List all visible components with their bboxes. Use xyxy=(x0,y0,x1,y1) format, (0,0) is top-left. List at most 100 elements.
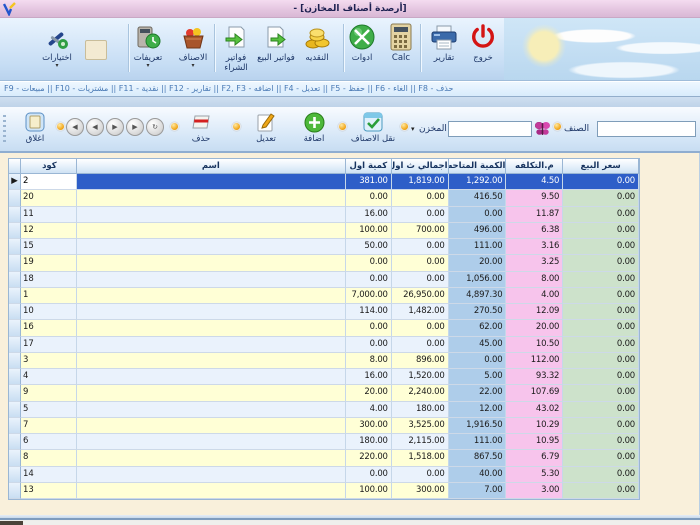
calc-button[interactable]: Calc xyxy=(378,21,424,63)
cell-qty-available[interactable]: 22.00 xyxy=(448,385,507,402)
cell-qty-first[interactable]: 50.00 xyxy=(345,239,392,256)
table-row[interactable]: 13 100.00 300.00 7.00 3.00 0.00 xyxy=(9,482,640,499)
cell-qty-first[interactable]: 0.00 xyxy=(345,320,392,337)
cell-total-first[interactable]: 896.00 xyxy=(391,352,449,369)
cell-code[interactable]: 13 xyxy=(20,482,77,499)
cell-unit-cost[interactable]: 10.95 xyxy=(506,434,564,451)
cell-name[interactable] xyxy=(76,466,346,483)
row-indicator[interactable] xyxy=(9,206,21,223)
sales-invoices-button[interactable]: فواتير البيع xyxy=(253,21,299,63)
row-indicator[interactable] xyxy=(9,222,21,239)
row-indicator[interactable] xyxy=(9,336,21,353)
cell-name[interactable] xyxy=(76,320,346,337)
cell-sale-price[interactable]: 0.00 xyxy=(563,336,640,353)
cell-qty-available[interactable]: 5.00 xyxy=(448,369,507,386)
cell-name[interactable] xyxy=(76,287,346,304)
row-indicator[interactable] xyxy=(9,304,21,321)
cell-sale-price[interactable]: 0.00 xyxy=(563,239,640,256)
cell-unit-cost[interactable]: 20.00 xyxy=(506,320,564,337)
table-row[interactable]: 5 4.00 180.00 12.00 43.02 0.00 xyxy=(9,401,640,418)
cell-code[interactable]: 6 xyxy=(20,434,77,451)
cell-code[interactable]: 19 xyxy=(20,255,77,272)
cell-unit-cost[interactable]: 10.50 xyxy=(506,336,564,353)
table-row[interactable]: 9 20.00 2,240.00 22.00 107.69 0.00 xyxy=(9,385,640,402)
nav-next-button[interactable]: ▶ xyxy=(106,118,124,136)
cell-qty-available[interactable]: 45.00 xyxy=(448,336,507,353)
cell-qty-first[interactable]: 100.00 xyxy=(345,222,392,239)
cell-unit-cost[interactable]: 12.09 xyxy=(506,304,564,321)
edit-button[interactable]: تعديل xyxy=(248,110,284,144)
table-row[interactable]: 11 16.00 0.00 0.00 11.87 0.00 xyxy=(9,206,640,223)
cell-total-first[interactable]: 26,950.00 xyxy=(391,287,449,304)
exit-button[interactable]: خروج xyxy=(460,21,506,63)
item-search-input[interactable] xyxy=(597,121,696,137)
cell-unit-cost[interactable]: 10.29 xyxy=(506,417,564,434)
cell-sale-price[interactable]: 0.00 xyxy=(563,401,640,418)
cell-unit-cost[interactable]: 93.32 xyxy=(506,369,564,386)
cell-qty-first[interactable]: 16.00 xyxy=(345,206,392,223)
cell-qty-first[interactable]: 114.00 xyxy=(345,304,392,321)
cell-qty-available[interactable]: 496.00 xyxy=(448,222,507,239)
cell-sale-price[interactable]: 0.00 xyxy=(563,369,640,386)
cell-total-first[interactable]: 2,240.00 xyxy=(391,385,449,402)
table-row[interactable]: 6 180.00 2,115.00 111.00 10.95 0.00 xyxy=(9,434,640,451)
row-indicator[interactable] xyxy=(9,239,21,256)
table-row[interactable]: 14 0.00 0.00 40.00 5.30 0.00 xyxy=(9,466,640,483)
cell-sale-price[interactable]: 0.00 xyxy=(563,255,640,272)
row-indicator[interactable] xyxy=(9,450,21,467)
table-row[interactable]: 10 114.00 1,482.00 270.50 12.09 0.00 xyxy=(9,304,640,321)
table-row[interactable]: 17 0.00 0.00 45.00 10.50 0.00 xyxy=(9,336,640,353)
cell-code[interactable]: 17 xyxy=(20,336,77,353)
store-dropdown-caret-icon[interactable]: ▾ xyxy=(411,125,415,133)
row-indicator[interactable] xyxy=(9,255,21,272)
cell-code[interactable]: 11 xyxy=(20,206,77,223)
delete-button[interactable]: حذف xyxy=(184,110,218,144)
cell-name[interactable] xyxy=(76,352,346,369)
cell-unit-cost[interactable]: 6.38 xyxy=(506,222,564,239)
cell-code[interactable]: 18 xyxy=(20,271,77,288)
cell-unit-cost[interactable]: 8.00 xyxy=(506,271,564,288)
cell-qty-available[interactable]: 1,916.50 xyxy=(448,417,507,434)
row-indicator[interactable] xyxy=(9,320,21,337)
cell-name[interactable] xyxy=(76,271,346,288)
cell-name[interactable] xyxy=(76,401,346,418)
cell-qty-first[interactable]: 0.00 xyxy=(345,336,392,353)
cell-unit-cost[interactable]: 6.79 xyxy=(506,450,564,467)
cell-name[interactable] xyxy=(76,385,346,402)
cell-name[interactable] xyxy=(76,174,346,191)
cell-total-first[interactable]: 0.00 xyxy=(391,255,449,272)
cell-code[interactable]: 8 xyxy=(20,450,77,467)
cell-total-first[interactable]: 2,115.00 xyxy=(391,434,449,451)
cell-unit-cost[interactable]: 9.50 xyxy=(506,190,564,207)
cell-total-first[interactable]: 0.00 xyxy=(391,466,449,483)
cell-qty-available[interactable]: 111.00 xyxy=(448,239,507,256)
row-indicator[interactable] xyxy=(9,385,21,402)
cell-name[interactable] xyxy=(76,190,346,207)
cell-qty-available[interactable]: 111.00 xyxy=(448,434,507,451)
cell-name[interactable] xyxy=(76,206,346,223)
cell-total-first[interactable]: 1,520.00 xyxy=(391,369,449,386)
nav-refresh-button[interactable]: ↻ xyxy=(146,118,164,136)
cell-name[interactable] xyxy=(76,434,346,451)
cell-sale-price[interactable]: 0.00 xyxy=(563,417,640,434)
cell-qty-available[interactable]: 4,897.30 xyxy=(448,287,507,304)
title-bar[interactable]: [أرصدة أصناف المخازن] - xyxy=(0,0,700,18)
add-button[interactable]: اضافة xyxy=(296,110,332,144)
cell-unit-cost[interactable]: 43.02 xyxy=(506,401,564,418)
cell-sale-price[interactable]: 0.00 xyxy=(563,174,640,191)
table-row[interactable]: 18 0.00 0.00 1,056.00 8.00 0.00 xyxy=(9,271,640,288)
cell-qty-first[interactable]: 7,000.00 xyxy=(345,287,392,304)
column-header-unit-cost[interactable]: م.التكلفه xyxy=(506,159,564,174)
cell-name[interactable] xyxy=(76,450,346,467)
cell-qty-first[interactable]: 381.00 xyxy=(345,174,392,191)
items-button[interactable]: الاصناف ▾ xyxy=(170,21,216,69)
row-indicator[interactable] xyxy=(9,287,21,304)
cell-qty-available[interactable]: 1,056.00 xyxy=(448,271,507,288)
nav-previous-button[interactable]: ◀ xyxy=(86,118,104,136)
cell-code[interactable]: 7 xyxy=(20,417,77,434)
cell-qty-first[interactable]: 16.00 xyxy=(345,369,392,386)
cell-total-first[interactable]: 0.00 xyxy=(391,336,449,353)
cell-code[interactable]: 12 xyxy=(20,222,77,239)
cell-unit-cost[interactable]: 4.50 xyxy=(506,174,564,191)
cell-code[interactable]: 3 xyxy=(20,352,77,369)
